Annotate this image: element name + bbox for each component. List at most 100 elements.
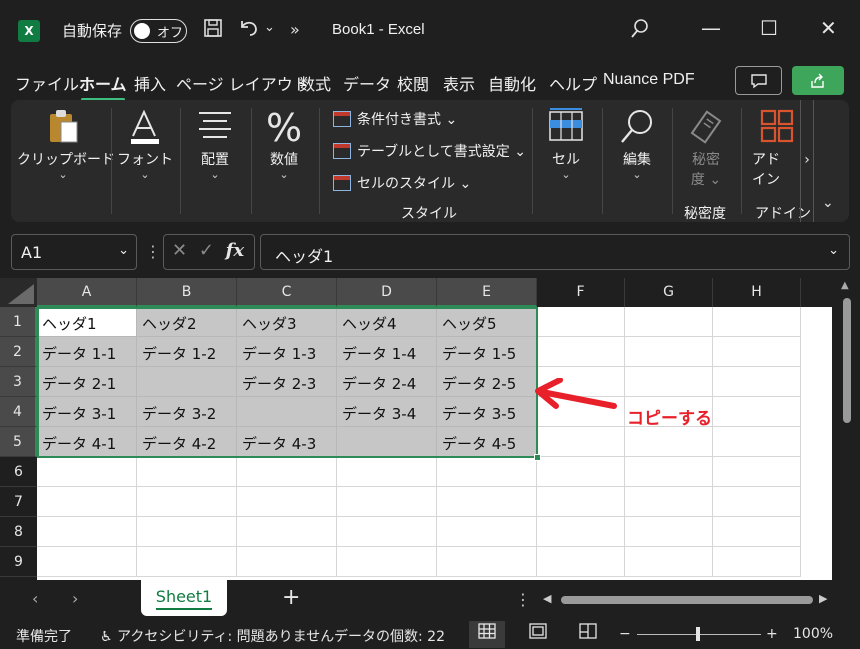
column-header[interactable]: D <box>337 278 437 307</box>
cell[interactable] <box>713 427 801 457</box>
cell[interactable] <box>625 457 713 487</box>
cell[interactable] <box>237 397 337 427</box>
cell[interactable] <box>713 547 801 577</box>
row-header[interactable]: 4 <box>0 397 37 427</box>
page-layout-view-button[interactable] <box>520 621 556 648</box>
fill-handle[interactable] <box>534 454 541 461</box>
cell[interactable] <box>625 547 713 577</box>
cell[interactable]: データ 1-2 <box>137 337 237 367</box>
format-as-table-button[interactable]: テーブルとして書式設定 ⌄ <box>333 141 526 161</box>
autosave-toggle[interactable]: オフ <box>130 19 187 43</box>
formula-bar-options-icon[interactable]: ⋮ <box>145 242 161 261</box>
cell[interactable]: データ 3-4 <box>337 397 437 427</box>
cell[interactable] <box>37 547 137 577</box>
tab-nuance-pdf[interactable]: Nuance PDF <box>603 71 695 89</box>
cell[interactable] <box>337 547 437 577</box>
comments-button[interactable] <box>735 66 782 95</box>
cell[interactable] <box>137 517 237 547</box>
row-header[interactable]: 1 <box>0 307 37 337</box>
cell[interactable] <box>137 487 237 517</box>
font-button[interactable]: フォント ⌄ <box>113 100 177 222</box>
zoom-in-button[interactable]: + <box>766 626 778 642</box>
close-button[interactable]: ✕ <box>820 16 837 40</box>
cell[interactable]: データ 3-2 <box>137 397 237 427</box>
add-sheet-button[interactable]: + <box>282 585 300 610</box>
normal-view-button[interactable] <box>469 621 505 648</box>
cell[interactable]: データ 3-1 <box>37 397 137 427</box>
cell[interactable] <box>37 517 137 547</box>
cell[interactable] <box>625 367 713 397</box>
column-header[interactable]: H <box>713 278 801 307</box>
cell[interactable] <box>237 517 337 547</box>
scroll-right-icon[interactable]: ▶ <box>819 592 827 605</box>
cell[interactable] <box>625 307 713 337</box>
tab-insert[interactable]: 挿入 <box>134 71 166 95</box>
sheet-tab-sheet1[interactable]: Sheet1 <box>141 580 227 616</box>
cell[interactable]: ヘッダ5 <box>437 307 537 337</box>
cell[interactable] <box>237 457 337 487</box>
cell[interactable] <box>137 367 237 397</box>
horizontal-scroll-thumb[interactable] <box>561 596 813 604</box>
cell[interactable]: データ 3-5 <box>437 397 537 427</box>
zoom-out-button[interactable]: − <box>619 626 631 642</box>
row-header[interactable]: 8 <box>0 517 37 547</box>
cell[interactable] <box>137 547 237 577</box>
column-header[interactable]: G <box>625 278 713 307</box>
collapse-ribbon-icon[interactable]: ⌄ <box>822 195 834 211</box>
zoom-level[interactable]: 100% <box>793 626 833 642</box>
cells-button[interactable]: セル ⌄ <box>534 100 598 222</box>
cell[interactable] <box>337 427 437 457</box>
cell-styles-button[interactable]: セルのスタイル ⌄ <box>333 173 471 193</box>
cell[interactable] <box>237 547 337 577</box>
cell[interactable] <box>237 487 337 517</box>
column-header[interactable]: E <box>437 278 537 307</box>
cell[interactable] <box>713 487 801 517</box>
scroll-left-icon[interactable]: ◀ <box>543 592 551 605</box>
row-header[interactable]: 5 <box>0 427 37 457</box>
cell[interactable]: データ 2-3 <box>237 367 337 397</box>
cell[interactable] <box>337 487 437 517</box>
alignment-button[interactable]: 配置 ⌄ <box>182 100 248 222</box>
cell[interactable] <box>437 457 537 487</box>
cell[interactable] <box>437 547 537 577</box>
cell[interactable]: データ 1-4 <box>337 337 437 367</box>
row-header[interactable]: 6 <box>0 457 37 487</box>
cell[interactable]: データ 1-5 <box>437 337 537 367</box>
tab-formulas[interactable]: 数式 <box>299 71 331 95</box>
tab-view[interactable]: 表示 <box>443 71 475 95</box>
cell[interactable] <box>537 487 625 517</box>
number-button[interactable]: % 数値 ⌄ <box>252 100 316 222</box>
cell[interactable] <box>337 517 437 547</box>
undo-dropdown-icon[interactable]: ⌄ <box>264 20 275 35</box>
prev-sheet-icon[interactable]: ‹ <box>32 589 38 608</box>
cell[interactable]: データ 4-5 <box>437 427 537 457</box>
tab-help[interactable]: ヘルプ <box>549 71 597 95</box>
select-all-button[interactable] <box>0 278 37 307</box>
column-header[interactable]: B <box>137 278 237 307</box>
cell[interactable]: データ 4-2 <box>137 427 237 457</box>
cell[interactable]: データ 4-1 <box>37 427 137 457</box>
cell[interactable] <box>537 427 625 457</box>
cell[interactable] <box>37 457 137 487</box>
cell[interactable]: ヘッダ4 <box>337 307 437 337</box>
cell[interactable]: データ 1-1 <box>37 337 137 367</box>
zoom-slider-thumb[interactable] <box>696 627 700 641</box>
sheet-options-icon[interactable]: ⋮ <box>515 590 531 609</box>
sheet-cells[interactable]: ヘッダ1 ヘッダ2 ヘッダ3 ヘッダ4 ヘッダ5 データ 1-1 データ 1-2 データ 1-… <box>37 307 832 580</box>
cell[interactable] <box>537 307 625 337</box>
name-box[interactable]: A1 ⌄ <box>11 234 137 270</box>
expand-formula-bar-icon[interactable]: ⌄ <box>828 243 839 258</box>
cell[interactable] <box>537 517 625 547</box>
cell[interactable] <box>713 457 801 487</box>
column-header[interactable]: C <box>237 278 337 307</box>
maximize-button[interactable]: ☐ <box>760 16 778 40</box>
cell[interactable] <box>337 457 437 487</box>
insert-function-button[interactable]: fx <box>226 240 244 261</box>
cell[interactable]: データ 4-3 <box>237 427 337 457</box>
cell[interactable]: ヘッダ2 <box>137 307 237 337</box>
cell[interactable] <box>437 517 537 547</box>
ribbon-scroll-right-button[interactable]: › <box>800 100 814 222</box>
cell[interactable]: データ 1-3 <box>237 337 337 367</box>
vertical-scroll-thumb[interactable] <box>843 298 851 423</box>
column-header[interactable]: A <box>37 278 137 307</box>
